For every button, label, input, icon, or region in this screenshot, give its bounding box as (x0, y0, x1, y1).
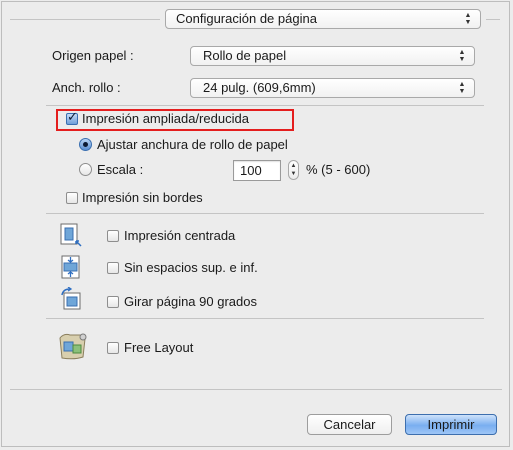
updown-arrows-icon: ▲ ▼ (458, 49, 466, 63)
centered-print-checkbox[interactable] (107, 230, 119, 242)
enlarged-reduced-checkbox[interactable] (66, 110, 78, 125)
cancel-button[interactable]: Cancelar (307, 414, 392, 435)
updown-arrows-icon: ▲ ▼ (458, 81, 466, 95)
separator-line (46, 318, 484, 319)
updown-arrows-icon: ▲ ▼ (464, 12, 472, 26)
centered-print-label: Impresión centrada (124, 228, 236, 243)
borderless-label: Impresión sin bordes (82, 190, 203, 205)
page-setup-popup[interactable]: Configuración de página ▲ ▼ (165, 9, 481, 29)
rotate-page-icon (60, 286, 82, 311)
no-spaces-label: Sin espacios sup. e inf. (124, 260, 258, 275)
paper-source-select[interactable]: Rollo de papel ▲ ▼ (190, 46, 475, 66)
roll-width-value: 24 pulg. (609,6mm) (203, 80, 316, 95)
print-button[interactable]: Imprimir (405, 414, 497, 435)
scale-radio[interactable] (79, 163, 92, 176)
page-setup-value: Configuración de página (176, 11, 317, 26)
scale-label: Escala : (97, 162, 144, 177)
rotate-page-label: Girar página 90 grados (124, 294, 257, 309)
separator-line (10, 389, 502, 390)
scale-range-text: % (5 - 600) (306, 162, 371, 177)
centered-print-icon (60, 223, 82, 247)
no-spaces-icon (60, 255, 82, 279)
separator-line (46, 105, 484, 106)
scale-stepper[interactable]: ▲ ▼ (288, 160, 299, 180)
separator-line (46, 213, 484, 214)
fit-roll-width-label: Ajustar anchura de rollo de papel (97, 137, 288, 152)
fit-roll-width-radio[interactable] (79, 138, 92, 151)
no-spaces-checkbox[interactable] (107, 262, 119, 274)
enlarged-reduced-label: Impresión ampliada/reducida (82, 111, 249, 126)
borderless-checkbox[interactable] (66, 192, 78, 204)
paper-source-value: Rollo de papel (203, 48, 287, 63)
scale-input[interactable]: 100 (233, 160, 281, 181)
rotate-page-checkbox[interactable] (107, 296, 119, 308)
separator-line (486, 19, 500, 20)
free-layout-icon (56, 330, 88, 362)
free-layout-label: Free Layout (124, 340, 194, 355)
roll-width-select[interactable]: 24 pulg. (609,6mm) ▲ ▼ (190, 78, 475, 98)
roll-width-label: Anch. rollo : (52, 80, 121, 95)
free-layout-checkbox[interactable] (107, 342, 119, 354)
paper-source-label: Origen papel : (52, 48, 134, 63)
separator-line (10, 19, 160, 20)
